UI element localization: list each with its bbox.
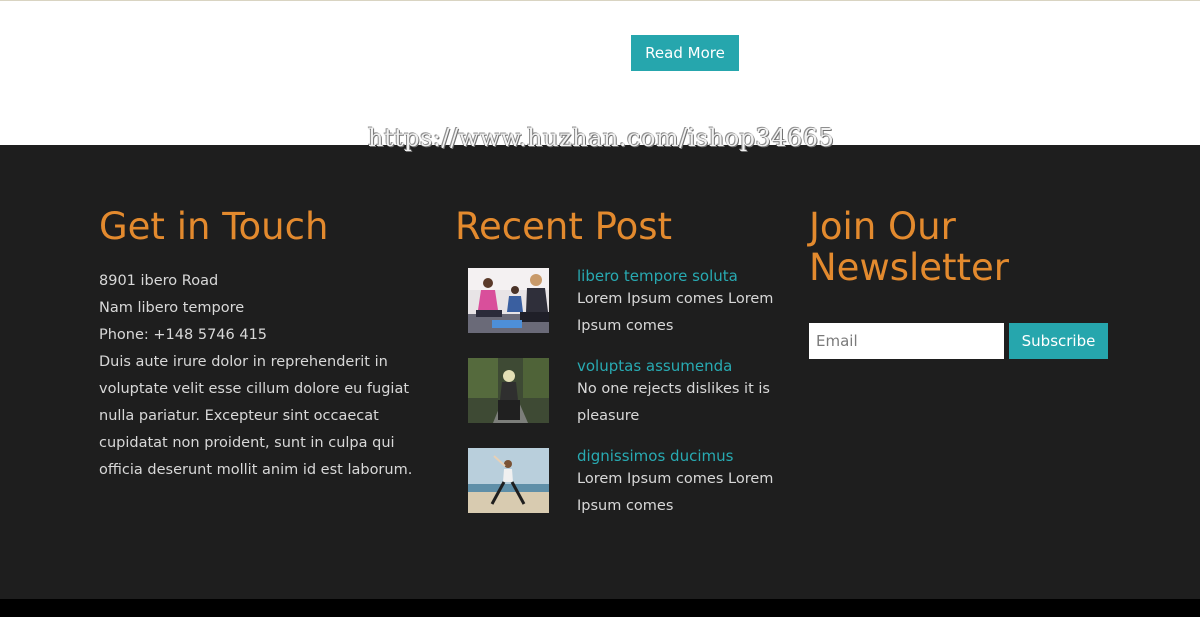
email-input[interactable]: [809, 323, 1004, 359]
meditation-road-photo[interactable]: [468, 358, 549, 423]
recent-post-link[interactable]: libero tempore soluta: [577, 266, 777, 286]
recent-post-excerpt: Lorem Ipsum comes Lorem Ipsum comes: [577, 471, 774, 514]
yoga-class-photo[interactable]: [468, 268, 549, 333]
recent-post-item: dignissimos ducimus Lorem Ipsum comes Lo…: [468, 446, 788, 538]
contact-address: 8901 ibero Road: [99, 273, 219, 289]
recent-post-list: libero tempore soluta Lorem Ipsum comes …: [468, 266, 788, 538]
yoga-class-photo-image: [468, 268, 549, 333]
contact-phone: Phone: +148 5746 415: [99, 327, 268, 343]
recent-post-item: voluptas assumenda No one rejects dislik…: [468, 356, 788, 448]
recent-post-title: Recent Post: [455, 205, 673, 248]
contact-city: Nam libero tempore: [99, 300, 245, 316]
top-section: Read More: [0, 0, 1200, 145]
footer: Get in Touch 8901 ibero Road Nam libero …: [0, 145, 1200, 599]
meditation-road-photo-image: [468, 358, 549, 423]
beach-yoga-photo[interactable]: [468, 448, 549, 513]
beach-yoga-photo-image: [468, 448, 549, 513]
contact-info: 8901 ibero Road Nam libero tempore Phone…: [99, 268, 434, 484]
recent-post-excerpt: Lorem Ipsum comes Lorem Ipsum comes: [577, 291, 774, 334]
contact-description: Duis aute irure dolor in reprehenderit i…: [99, 354, 413, 478]
recent-post-link[interactable]: dignissimos ducimus: [577, 446, 777, 466]
recent-post-body: libero tempore soluta Lorem Ipsum comes …: [577, 266, 777, 340]
read-more-button[interactable]: Read More: [631, 35, 739, 71]
recent-post-body: dignissimos ducimus Lorem Ipsum comes Lo…: [577, 446, 777, 520]
bottom-bar: [0, 599, 1200, 617]
recent-post-excerpt: No one rejects dislikes it is pleasure: [577, 381, 770, 424]
subscribe-button[interactable]: Subscribe: [1009, 323, 1108, 359]
newsletter-title: Join Our Newsletter: [809, 205, 1010, 289]
recent-post-item: libero tempore soluta Lorem Ipsum comes …: [468, 266, 788, 358]
recent-post-body: voluptas assumenda No one rejects dislik…: [577, 356, 777, 430]
recent-post-link[interactable]: voluptas assumenda: [577, 356, 777, 376]
contact-title: Get in Touch: [99, 205, 329, 248]
